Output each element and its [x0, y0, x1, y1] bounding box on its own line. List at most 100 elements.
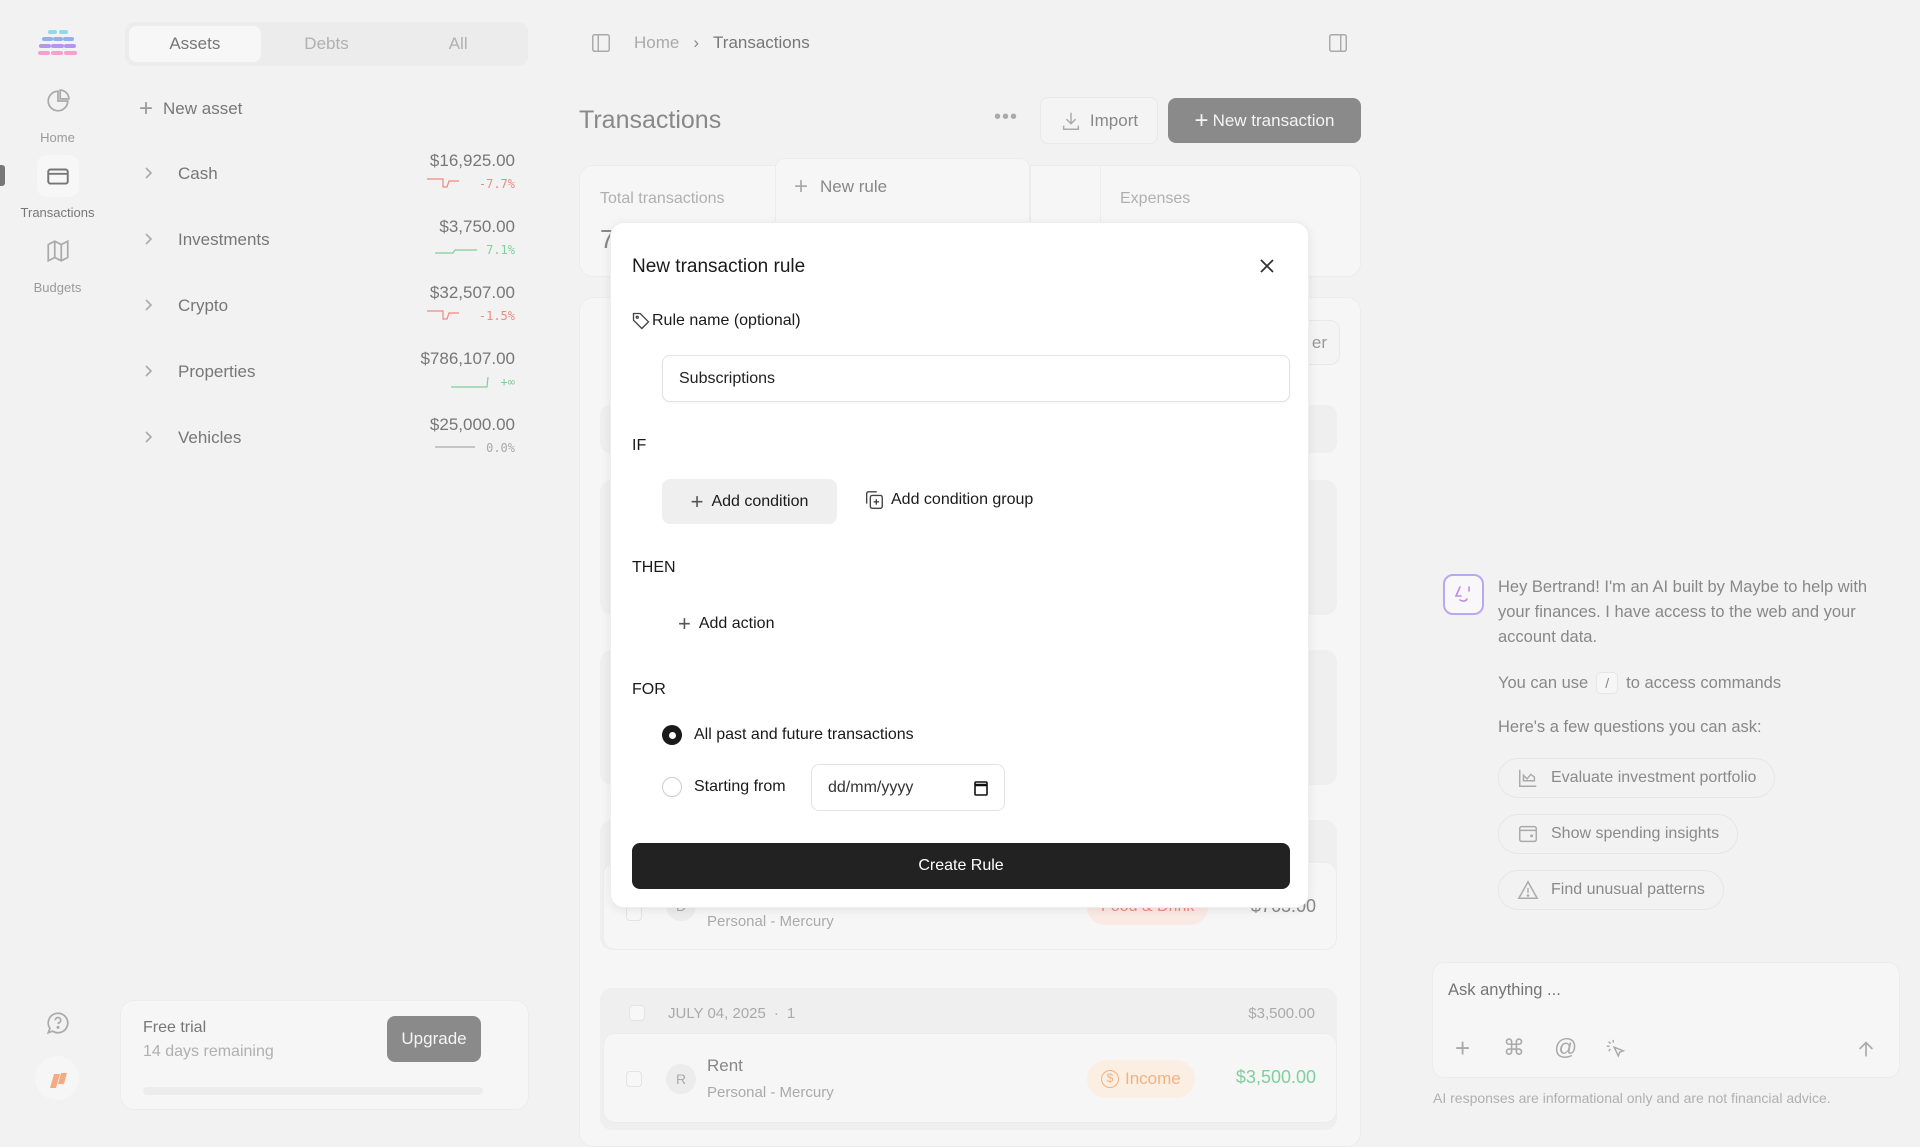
account-group-change: 7.1%: [486, 243, 515, 257]
group-checkbox[interactable]: [629, 1005, 645, 1021]
nav-transactions[interactable]: Transactions: [0, 155, 115, 223]
add-condition-group-label: Add condition group: [891, 491, 1034, 508]
commands-pre: You can use: [1498, 673, 1589, 692]
new-rule-item[interactable]: + New rule: [794, 175, 887, 199]
sparkline: [435, 249, 477, 254]
ai-intro-message: Hey Bertrand! I'm an AI built by Maybe t…: [1498, 578, 1868, 646]
copy-plus-icon: [865, 491, 883, 509]
tab-all[interactable]: All: [392, 26, 524, 62]
radio-selected[interactable]: [662, 725, 682, 745]
account-group-properties[interactable]: Properties $786,107.00 +∞: [140, 343, 515, 403]
pointer-click-icon[interactable]: [1605, 1038, 1627, 1060]
plus-icon: +: [794, 173, 809, 200]
chevron-right-icon[interactable]: [140, 297, 156, 313]
sparkline: [435, 446, 475, 448]
map-icon: [47, 239, 69, 263]
new-asset-button[interactable]: + New asset: [139, 97, 242, 121]
suggestion-unusual-patterns[interactable]: Find unusual patterns: [1498, 870, 1724, 910]
import-button[interactable]: Import: [1040, 97, 1158, 144]
radio-unselected[interactable]: [662, 777, 682, 797]
breadcrumb: Home › Transactions: [634, 33, 810, 53]
import-label: Import: [1089, 110, 1139, 130]
chevron-right-icon[interactable]: [140, 165, 156, 181]
suggestion-label: Find unusual patterns: [1551, 881, 1705, 898]
nav-home-label: Home: [40, 130, 75, 145]
suggestion-evaluate-portfolio[interactable]: Evaluate investment portfolio: [1498, 758, 1776, 798]
logo[interactable]: [36, 30, 80, 56]
plus-icon: +: [139, 95, 154, 122]
chart-line-icon: [1519, 769, 1537, 787]
page-title: Transactions: [579, 106, 722, 134]
rule-name-input[interactable]: [662, 355, 1290, 402]
category-badge[interactable]: $ Income: [1087, 1060, 1195, 1098]
account-group-crypto[interactable]: Crypto $32,507.00 -1.5%: [140, 277, 515, 337]
download-icon: [1062, 112, 1079, 130]
chevron-right-icon[interactable]: [140, 363, 156, 379]
create-rule-button[interactable]: Create Rule: [632, 843, 1290, 889]
nav-home[interactable]: Home: [0, 80, 115, 148]
add-action-button[interactable]: + Add action: [678, 613, 774, 635]
sparkline: [427, 178, 459, 188]
chevron-right-icon[interactable]: [140, 231, 156, 247]
pie-chart-icon: [47, 89, 70, 112]
command-icon[interactable]: ⌘: [1503, 1037, 1525, 1059]
new-rule-modal: New transaction rule Rule name (optional…: [610, 222, 1309, 908]
account-group-name: Properties: [178, 362, 256, 381]
dollar-circle-icon: $: [1101, 1070, 1119, 1088]
trial-title: Free trial: [143, 1019, 207, 1036]
new-asset-label: New asset: [163, 99, 243, 118]
trial-progress: [143, 1087, 483, 1095]
sidebar-toggle-icon[interactable]: [590, 32, 612, 54]
if-label: IF: [632, 437, 647, 454]
transaction-name[interactable]: Rent: [707, 1056, 743, 1076]
transaction-amount: $3,500.00: [1235, 1067, 1316, 1087]
expenses-label: Expenses: [1120, 190, 1191, 207]
breadcrumb-home[interactable]: Home: [634, 33, 679, 53]
suggestion-spending-insights[interactable]: Show spending insights: [1498, 814, 1739, 854]
account-group-investments[interactable]: Investments $3,750.00 7.1%: [140, 211, 515, 271]
chat-input[interactable]: [1448, 975, 1878, 1005]
sparkline: [427, 310, 459, 320]
radio-all-transactions[interactable]: All past and future transactions: [662, 725, 914, 745]
new-rule-label: New rule: [820, 177, 888, 196]
merchant-avatar: R: [666, 1064, 696, 1094]
user-avatar[interactable]: [35, 1056, 79, 1100]
date-placeholder: dd/mm/yyyy: [828, 778, 914, 796]
row-checkbox[interactable]: [626, 1071, 642, 1087]
upgrade-button[interactable]: Upgrade: [387, 1016, 481, 1062]
account-group-amount: $3,750.00: [439, 217, 515, 236]
start-date-input[interactable]: dd/mm/yyyy: [811, 764, 1005, 811]
account-type-tabs: Assets Debts All: [125, 22, 528, 66]
mention-icon[interactable]: @: [1554, 1036, 1577, 1059]
nav-budgets[interactable]: Budgets: [0, 230, 115, 298]
chat-input-box: + ⌘ @: [1432, 962, 1900, 1078]
calendar-icon[interactable]: [974, 780, 988, 796]
add-attachment-icon[interactable]: +: [1455, 1035, 1470, 1061]
radio-starting-from[interactable]: Starting from: [662, 777, 786, 797]
help-icon[interactable]: [45, 1010, 71, 1036]
account-group-vehicles[interactable]: Vehicles $25,000.00 0.0%: [140, 409, 515, 469]
tab-debts[interactable]: Debts: [261, 26, 393, 62]
more-options-button[interactable]: •••: [994, 106, 1018, 129]
credit-card-icon: [47, 168, 69, 185]
transaction-row[interactable]: R Rent Personal - Mercury $ Income $3,50…: [603, 1033, 1337, 1123]
nav-budgets-label: Budgets: [33, 280, 82, 295]
send-arrow-icon[interactable]: [1855, 1038, 1877, 1060]
account-group-amount: $786,107.00: [420, 349, 515, 368]
filter-label: er: [1311, 333, 1327, 352]
new-transaction-button[interactable]: + New transaction: [1168, 98, 1361, 143]
new-transaction-label: New transaction: [1212, 110, 1335, 130]
warning-icon: [1517, 880, 1539, 899]
for-label: FOR: [632, 681, 666, 698]
breadcrumb-current: Transactions: [713, 33, 810, 52]
tab-assets[interactable]: Assets: [129, 26, 261, 62]
add-condition-group-button[interactable]: Add condition group: [863, 489, 1033, 511]
chevron-right-icon[interactable]: [140, 429, 156, 445]
account-group-cash[interactable]: Cash $16,925.00 -7.7%: [140, 145, 515, 205]
add-condition-button[interactable]: + Add condition: [662, 479, 837, 524]
option-all-label: All past and future transactions: [694, 726, 914, 743]
chat-panel-toggle-icon[interactable]: [1327, 32, 1349, 54]
chevron-right-icon: ›: [693, 33, 700, 52]
sparkline: [451, 376, 489, 388]
close-icon[interactable]: [1257, 256, 1277, 276]
